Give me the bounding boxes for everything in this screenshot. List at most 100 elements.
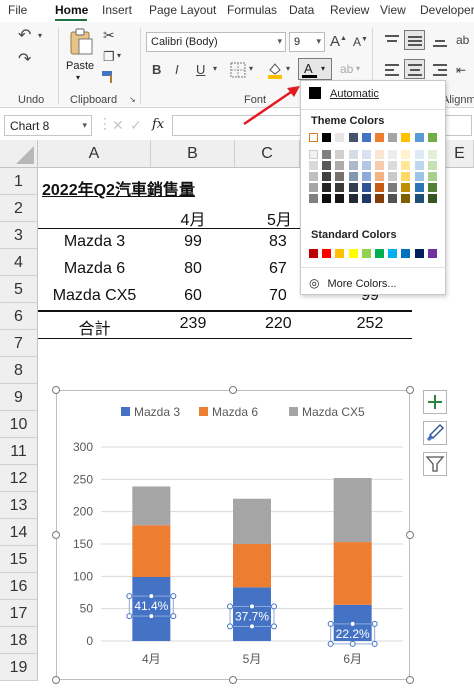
tab-insert[interactable]: Insert xyxy=(102,3,132,17)
automatic-color-option[interactable]: Automatic xyxy=(309,87,379,100)
total-label-cell[interactable]: 合計 xyxy=(38,315,151,339)
orientation-icon[interactable]: ab xyxy=(456,34,469,46)
tab-home[interactable]: Home xyxy=(55,3,88,17)
row-header-2[interactable]: 2 xyxy=(0,195,38,222)
theme-color-swatch[interactable] xyxy=(335,133,345,142)
select-all-corner[interactable] xyxy=(0,140,38,168)
row-header-13[interactable]: 13 xyxy=(0,492,38,519)
theme-color-swatch[interactable] xyxy=(348,133,358,142)
theme-color-swatch[interactable] xyxy=(388,150,398,159)
theme-color-swatch[interactable] xyxy=(388,161,398,170)
tab-view[interactable]: View xyxy=(380,3,406,17)
resize-handle[interactable] xyxy=(406,386,414,394)
theme-color-swatch[interactable] xyxy=(335,150,345,159)
theme-color-swatch[interactable] xyxy=(348,183,358,192)
row-header-1[interactable]: 1 xyxy=(0,168,38,195)
column-header-b[interactable]: B xyxy=(151,140,235,168)
theme-color-swatch[interactable] xyxy=(348,172,358,181)
shrink-font-icon[interactable]: A▼ xyxy=(353,36,368,48)
theme-color-swatch[interactable] xyxy=(309,161,318,170)
undo-icon[interactable]: ↶ xyxy=(18,28,31,44)
theme-color-swatch[interactable] xyxy=(322,161,332,170)
theme-color-swatch[interactable] xyxy=(388,194,398,203)
row-header-11[interactable]: 11 xyxy=(0,438,38,465)
theme-color-swatch[interactable] xyxy=(414,161,424,170)
copy-icon[interactable]: ❐ xyxy=(103,50,115,63)
paste-button[interactable]: Paste ▾ xyxy=(66,28,96,84)
theme-color-swatch[interactable] xyxy=(361,183,371,192)
align-middle-button[interactable] xyxy=(404,30,425,50)
theme-color-swatch[interactable] xyxy=(401,183,411,192)
theme-color-swatch[interactable] xyxy=(388,172,398,181)
theme-color-swatch[interactable] xyxy=(427,133,437,142)
align-right-icon[interactable] xyxy=(432,62,448,78)
tab-review[interactable]: Review xyxy=(330,3,369,17)
theme-color-swatch[interactable] xyxy=(322,150,332,159)
theme-color-swatch[interactable] xyxy=(322,183,332,192)
clipboard-launcher-icon[interactable]: ↘ xyxy=(129,96,136,104)
theme-color-swatch[interactable] xyxy=(427,172,437,181)
phonetic-icon[interactable]: ab xyxy=(340,63,353,75)
font-name-box[interactable]: Calibri (Body) ▾ xyxy=(146,32,286,52)
column-header-e[interactable]: E xyxy=(446,140,474,168)
theme-color-swatch[interactable] xyxy=(414,150,424,159)
row-header-3[interactable]: 3 xyxy=(0,222,38,249)
cut-icon[interactable]: ✂ xyxy=(103,28,115,42)
total-value-cell[interactable]: 252 xyxy=(350,315,390,333)
row-header-5[interactable]: 5 xyxy=(0,276,38,303)
more-colors-option[interactable]: ◎ More Colors... xyxy=(309,276,397,290)
row-header-8[interactable]: 8 xyxy=(0,357,38,384)
row-header-14[interactable]: 14 xyxy=(0,519,38,546)
theme-color-swatch[interactable] xyxy=(335,172,345,181)
theme-color-swatch[interactable] xyxy=(361,194,371,203)
theme-color-swatch[interactable] xyxy=(322,172,332,181)
fill-color-icon[interactable] xyxy=(266,60,284,80)
theme-color-swatch[interactable] xyxy=(309,150,318,159)
theme-color-swatch[interactable] xyxy=(414,183,424,192)
theme-color-swatch[interactable] xyxy=(375,183,384,192)
format-painter-icon[interactable] xyxy=(101,70,117,84)
theme-color-swatch[interactable] xyxy=(375,150,384,159)
tab-formulas[interactable]: Formulas xyxy=(227,3,277,17)
tab-developer[interactable]: Developer xyxy=(420,3,474,17)
row-header-4[interactable]: 4 xyxy=(0,249,38,276)
standard-color-swatch[interactable] xyxy=(361,249,371,258)
row-header-16[interactable]: 16 xyxy=(0,573,38,600)
row-label-cell[interactable]: Mazda 3 xyxy=(38,233,151,251)
value-cell[interactable]: 60 xyxy=(151,287,235,305)
underline-dropdown-icon[interactable]: ▾ xyxy=(213,65,217,73)
borders-dropdown-icon[interactable]: ▾ xyxy=(249,65,253,73)
resize-handle[interactable] xyxy=(52,386,60,394)
resize-handle[interactable] xyxy=(229,676,237,684)
resize-handle[interactable] xyxy=(406,531,414,539)
redo-icon[interactable]: ↷ xyxy=(18,52,31,68)
drag-handle-icon[interactable]: ⋮ xyxy=(98,115,112,132)
font-size-box[interactable]: 9 ▾ xyxy=(289,32,325,52)
row-header-18[interactable]: 18 xyxy=(0,627,38,654)
row-header-15[interactable]: 15 xyxy=(0,546,38,573)
theme-color-swatch[interactable] xyxy=(375,172,384,181)
row-header-17[interactable]: 17 xyxy=(0,600,38,627)
standard-color-swatch[interactable] xyxy=(309,249,318,258)
value-cell[interactable]: 80 xyxy=(151,260,235,278)
row-header-19[interactable]: 19 xyxy=(0,654,38,681)
standard-color-swatch[interactable] xyxy=(401,249,411,258)
theme-color-swatch[interactable] xyxy=(414,194,424,203)
chart-filters-button[interactable] xyxy=(423,452,447,476)
undo-dropdown-icon[interactable]: ▾ xyxy=(38,32,42,40)
theme-color-swatch[interactable] xyxy=(361,161,371,170)
standard-color-swatch[interactable] xyxy=(348,249,358,258)
theme-color-swatch[interactable] xyxy=(348,161,358,170)
theme-color-swatch[interactable] xyxy=(401,133,411,142)
theme-color-swatch[interactable] xyxy=(309,133,318,142)
standard-color-swatch[interactable] xyxy=(427,249,437,258)
theme-color-swatch[interactable] xyxy=(375,194,384,203)
column-header-a[interactable]: A xyxy=(38,140,151,168)
indent-icon[interactable]: ⇤ xyxy=(456,64,466,76)
standard-color-swatch[interactable] xyxy=(375,249,384,258)
value-cell[interactable]: 83 xyxy=(235,233,300,251)
enter-icon[interactable]: ✓ xyxy=(130,117,142,134)
insert-function-button[interactable]: fx xyxy=(152,117,164,132)
bold-button[interactable]: B xyxy=(152,63,161,76)
row-header-6[interactable]: 6 xyxy=(0,303,38,330)
